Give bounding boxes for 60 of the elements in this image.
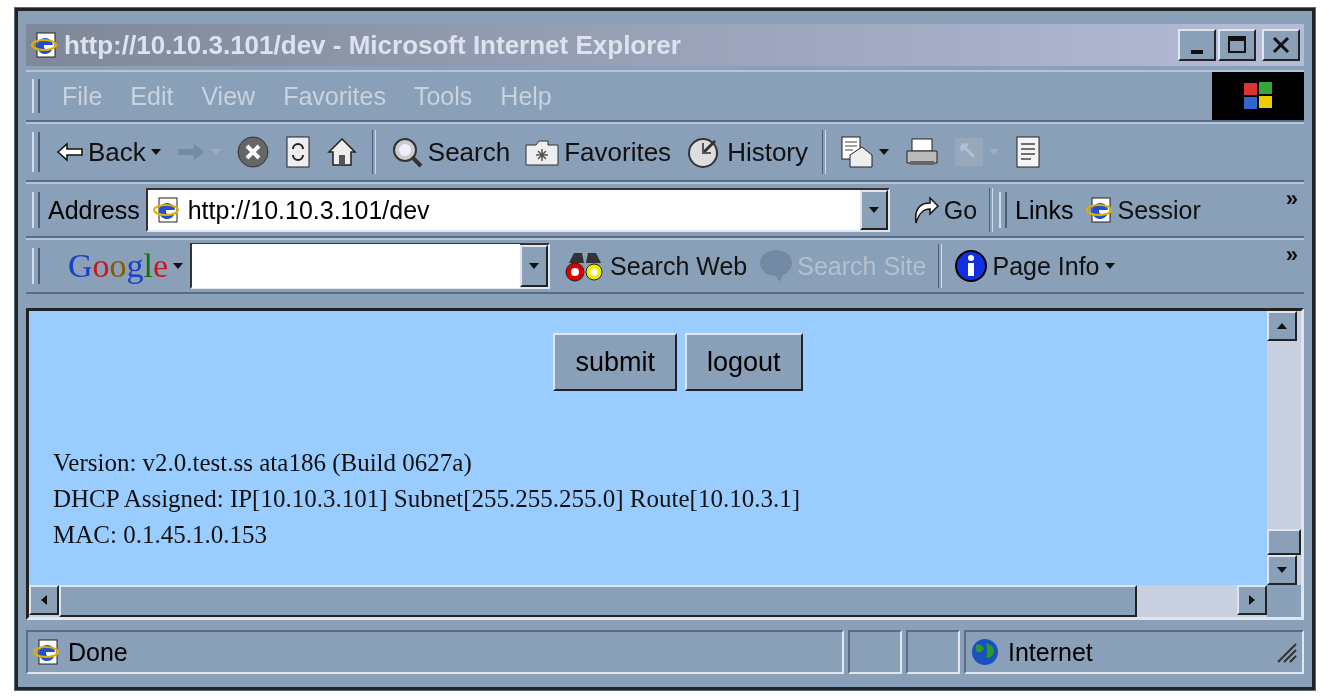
- address-label: Address: [48, 195, 140, 225]
- favorites-button[interactable]: Favorites: [518, 134, 678, 170]
- arrow-icon: [56, 140, 84, 164]
- document-icon: [1014, 135, 1043, 169]
- caret-icon: [528, 262, 541, 270]
- more-button[interactable]: »: [1279, 184, 1304, 214]
- window-title: http://10.10.3.101/dev - Microsoft Internet Explorer: [64, 29, 682, 61]
- more-button[interactable]: »: [1279, 240, 1304, 270]
- printer-icon: [904, 137, 941, 167]
- minimize-icon: [1191, 50, 1203, 54]
- home-icon: [325, 136, 358, 168]
- search-field[interactable]: [190, 243, 551, 289]
- status-panel: [848, 630, 902, 674]
- address-field[interactable]: http://10.10.3.101/dev: [145, 188, 890, 232]
- scroll-left-button[interactable]: [29, 585, 59, 615]
- status-text: Done: [68, 637, 128, 667]
- link-button[interactable]: Sessior: [1079, 193, 1207, 227]
- history-button[interactable]: History: [679, 133, 815, 171]
- scroll-thumb[interactable]: [1267, 529, 1301, 555]
- refresh-icon: [283, 135, 312, 169]
- form-button[interactable]: logout: [684, 333, 803, 391]
- links-label: Links: [1015, 195, 1074, 225]
- info-text: MAC: 0.1.45.1.0.153: [53, 520, 268, 550]
- browser-icon: [30, 31, 58, 59]
- stop-icon: [235, 135, 270, 169]
- page-icon: [1085, 196, 1114, 224]
- toolbar-grip[interactable]: [32, 247, 40, 285]
- info-text: Version: v2.0.test.ss ata186 (Build 0627a): [53, 448, 473, 479]
- folder-icon: [524, 137, 561, 167]
- form-button[interactable]: submit: [553, 333, 677, 391]
- info-icon: [954, 249, 989, 283]
- toolbar-grip[interactable]: [32, 79, 40, 113]
- status-panel: [906, 630, 960, 674]
- close-button[interactable]: [1262, 29, 1300, 61]
- globe-icon: [970, 637, 1000, 667]
- toolbar-grip[interactable]: [32, 191, 40, 229]
- scroll-right-button[interactable]: [1237, 585, 1267, 615]
- close-icon: [1270, 34, 1292, 56]
- vertical-scrollbar[interactable]: [1267, 311, 1301, 585]
- zone-text: Internet: [1008, 637, 1093, 667]
- info-text: DHCP Assigned: IP[10.10.3.101] Subnet[255.255.255.0] Route[10.10.3.1]: [53, 484, 801, 514]
- maximize-button[interactable]: [1218, 29, 1256, 61]
- page-icon: [32, 638, 60, 666]
- search-web-button[interactable]: Search Web: [558, 247, 754, 285]
- caret-icon: [172, 262, 185, 270]
- minimize-button[interactable]: [1178, 29, 1216, 61]
- page-info-button[interactable]: Page Info: [948, 247, 1122, 285]
- back-button[interactable]: Back: [50, 134, 168, 170]
- toolbar-grip[interactable]: [999, 191, 1008, 229]
- scroll-up-button[interactable]: [1267, 311, 1297, 341]
- go-button[interactable]: Go: [903, 193, 984, 227]
- dropdown-button[interactable]: [859, 190, 888, 230]
- scroll-down-button[interactable]: [1267, 555, 1297, 585]
- search-button[interactable]: Search: [383, 133, 517, 171]
- caret-icon: [867, 206, 880, 214]
- mail-icon: [840, 135, 875, 169]
- page-icon: [151, 196, 180, 224]
- maximize-icon: [1226, 34, 1248, 56]
- edit-icon: [954, 137, 985, 167]
- toolbar-grip[interactable]: [32, 132, 40, 172]
